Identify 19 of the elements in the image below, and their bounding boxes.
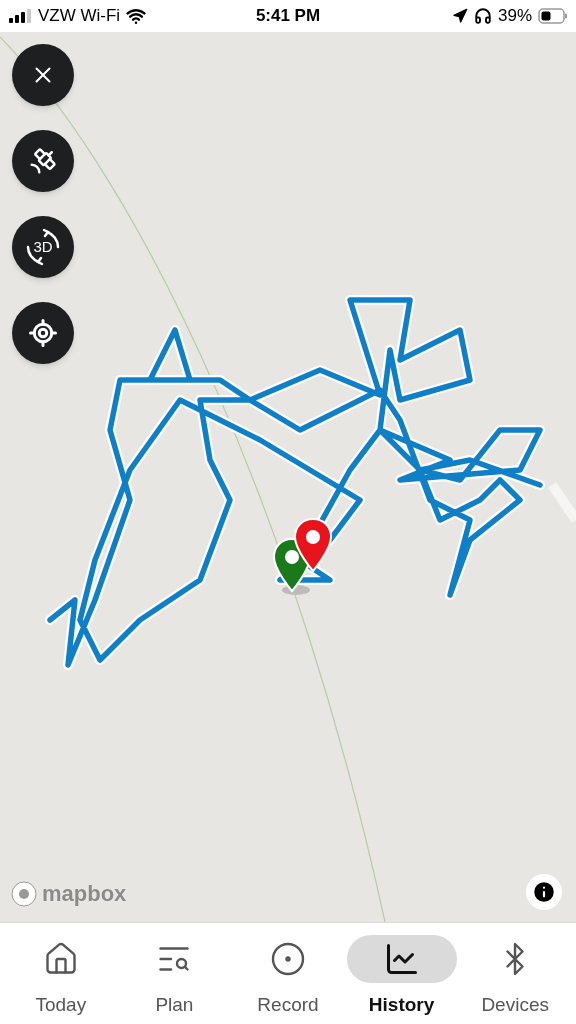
info-icon [531,879,557,905]
tab-bar-item[interactable]: Record [231,935,345,1020]
tab-bar-item[interactable]: Plan [117,935,232,1020]
wifi-icon [126,6,147,26]
tab-bar-item[interactable]: Devices [458,935,572,1020]
locate-icon [28,318,58,348]
battery-icon [538,8,568,24]
record-icon [270,941,306,977]
mapbox-logo: mapbox [10,877,127,910]
tab-bar-item[interactable]: Today [4,935,118,1020]
clock-time: 5:41 PM [255,5,321,28]
signal-icon [8,8,32,24]
headphones-icon [473,7,492,25]
satellite-icon [28,146,58,176]
3d-label: 3D [33,236,53,257]
battery-percent: 39% [497,5,532,28]
end-pin-icon [293,517,333,573]
location-arrow-icon [451,8,468,24]
carrier-name: VZW Wi-Fi [38,5,121,28]
